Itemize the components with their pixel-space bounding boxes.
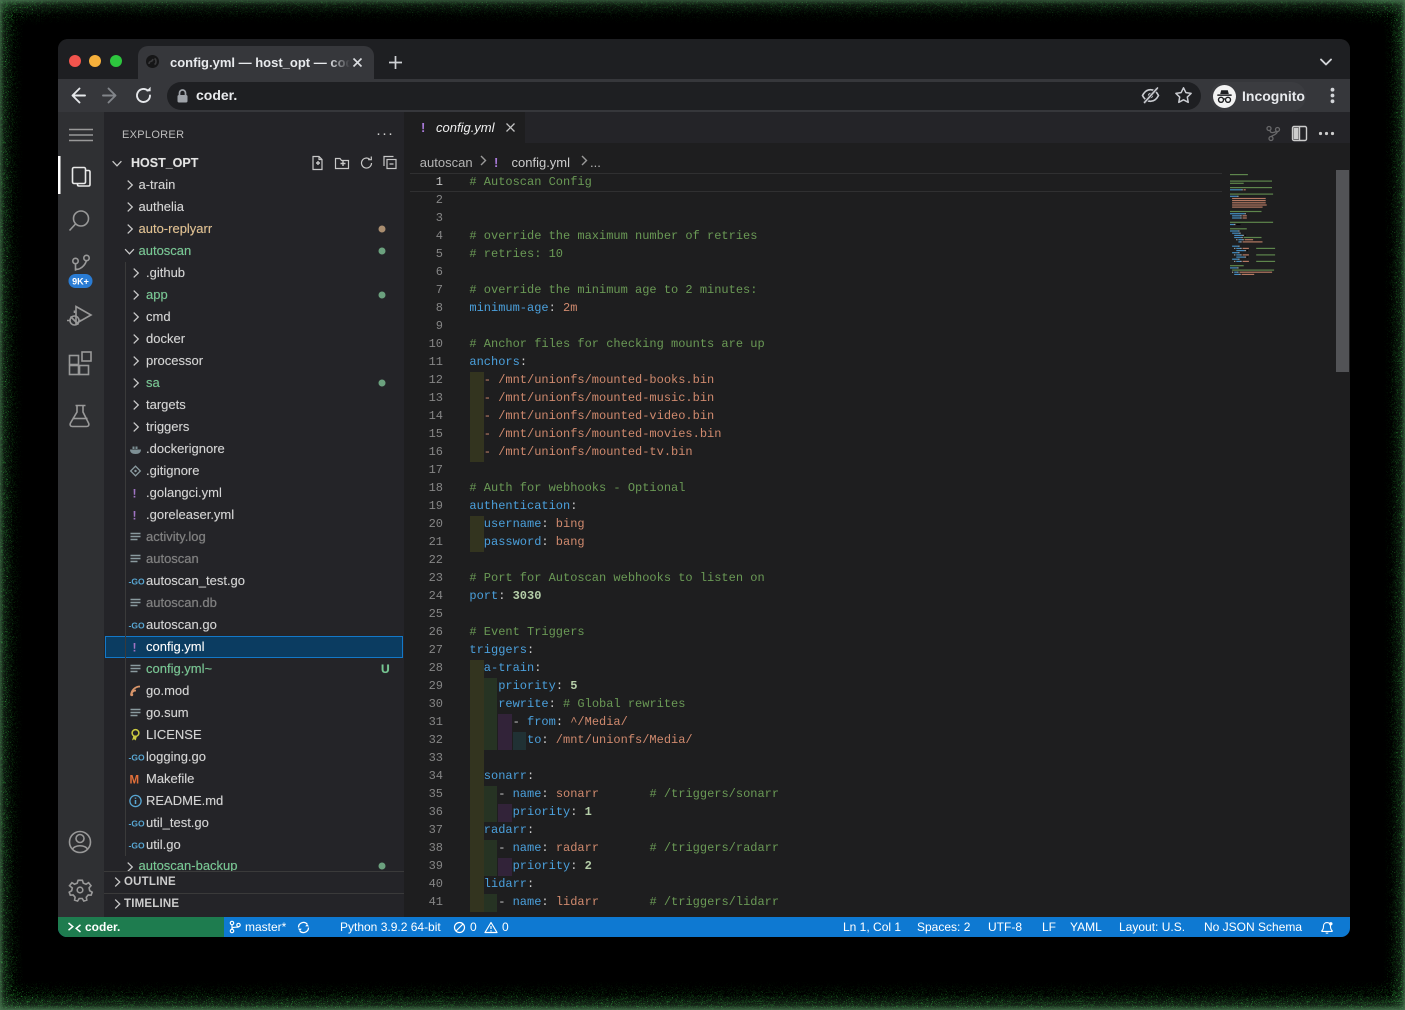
- svg-text:9K+: 9K+: [72, 277, 89, 287]
- svg-text:M: M: [130, 775, 140, 787]
